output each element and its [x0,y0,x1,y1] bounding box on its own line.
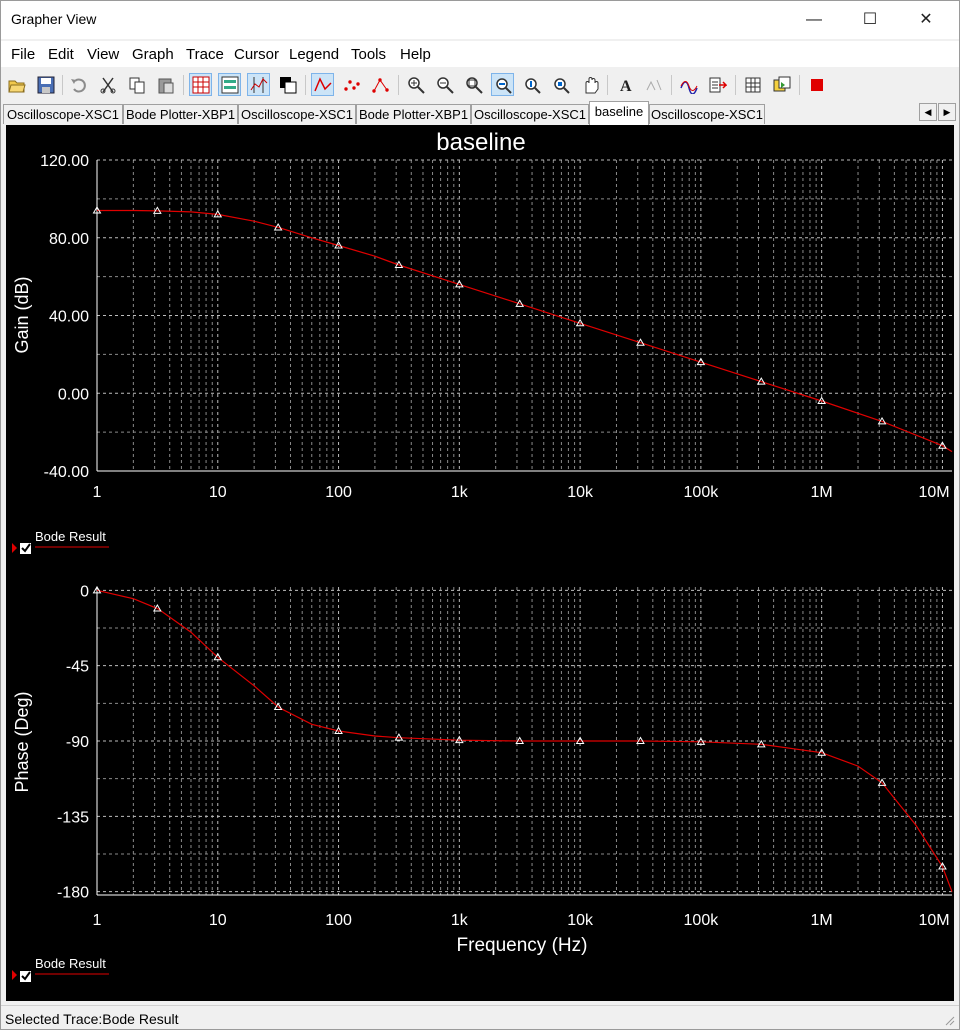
menu-legend[interactable]: Legend [289,46,339,63]
tab-strip: Oscilloscope-XSC1 Bode Plotter-XBP1 Osci… [1,101,959,125]
zoom-y-icon[interactable] [520,73,543,96]
x-tick-label: 10 [209,484,227,501]
paste-icon[interactable] [154,73,177,96]
tab-bode-plotter-2[interactable]: Bode Plotter-XBP1 [356,104,471,124]
y-tick-label: -90 [66,734,89,751]
legend-label: Bode Result [35,956,106,971]
y-tick-label: -135 [57,809,89,826]
y-axis-label: Gain (dB) [12,276,32,353]
x-tick-label: 1k [451,912,469,929]
close-button[interactable]: ✕ [903,1,949,39]
title-bar: Grapher View — ☐ ✕ [1,1,959,39]
x-tick-label: 1k [451,484,469,501]
minimize-button[interactable]: — [791,1,837,39]
zoom-area-icon[interactable] [549,73,572,96]
tab-oscilloscope-3[interactable]: Oscilloscope-XSC1 [471,104,589,124]
copy-graph-icon[interactable] [741,73,764,96]
y-tick-label: -40.00 [44,464,89,481]
menu-cursor[interactable]: Cursor [234,46,279,63]
trace-properties-icon[interactable] [677,73,700,96]
title-icon[interactable] [642,73,665,96]
tab-bode-plotter-1[interactable]: Bode Plotter-XBP1 [123,104,238,124]
x-tick-label: 100 [325,912,352,929]
lines-points-icon[interactable] [369,73,392,96]
x-tick-label: 100 [325,484,352,501]
export-icon[interactable] [706,73,729,96]
y-axis-label: Phase (Deg) [12,691,32,792]
y-tick-label: -180 [57,885,89,902]
x-tick-label: 10k [567,912,594,929]
x-tick-label: 10k [567,484,594,501]
tab-baseline[interactable]: baseline [589,101,649,125]
zoom-out-icon[interactable] [433,73,456,96]
tab-oscilloscope-2[interactable]: Oscilloscope-XSC1 [238,104,356,124]
bode-plot[interactable]: baseline-40.000.0040.0080.00120.001 10 100… [6,125,954,1001]
legend-checkbox-phase[interactable] [19,970,32,983]
x-axis-label: Frequency (Hz) [457,935,588,956]
legend-label: Bode Result [35,529,106,544]
trace-line [97,209,953,453]
x-tick-label: 100k [684,484,720,501]
undo-icon[interactable] [67,73,90,96]
pan-icon[interactable] [578,73,601,96]
zoom-in-icon[interactable] [404,73,427,96]
x-tick-label: 100k [684,912,720,929]
menu-bar: File Edit View Graph Trace Cursor Legend… [1,41,959,67]
x-tick-label: 1M [811,912,833,929]
points-icon[interactable] [340,73,363,96]
x-tick-label: 1 [93,912,102,929]
svg-text:A: A [620,78,632,94]
zoom-x-icon[interactable] [491,73,514,96]
maximize-button[interactable]: ☐ [847,1,893,39]
legend-icon[interactable] [218,73,241,96]
menu-graph[interactable]: Graph [132,46,174,63]
window-title: Grapher View [11,11,97,27]
tab-scroll-left-button[interactable]: ◀ [919,103,937,121]
x-tick-label: 10M [918,484,949,501]
zoom-full-icon[interactable] [462,73,485,96]
grapher-window: Grapher View — ☐ ✕ File Edit View Graph … [0,0,960,1030]
tab-oscilloscope-1[interactable]: Oscilloscope-XSC1 [3,104,123,124]
menu-tools[interactable]: Tools [351,46,386,63]
menu-trace[interactable]: Trace [186,46,224,63]
save-icon[interactable] [34,73,57,96]
y-tick-label: 0.00 [58,386,89,403]
x-tick-label: 10 [209,912,227,929]
copy-icon[interactable] [125,73,148,96]
text-icon[interactable]: A [613,73,636,96]
grid-icon[interactable] [189,73,212,96]
graph-title: baseline [436,129,525,156]
reverse-colors-icon[interactable] [276,73,299,96]
y-tick-label: 40.00 [49,309,89,326]
open-icon[interactable] [5,73,28,96]
lines-icon[interactable] [311,73,334,96]
tab-scroll-right-button[interactable]: ▶ [938,103,956,121]
x-tick-label: 10M [918,912,949,929]
legend-marker-icon [12,970,17,980]
menu-edit[interactable]: Edit [48,46,74,63]
overlay-icon[interactable] [770,73,793,96]
legend-marker-icon [12,543,17,553]
tab-oscilloscope-4[interactable]: Oscilloscope-XSC1 [649,104,765,124]
x-tick-label: 1M [811,484,833,501]
menu-help[interactable]: Help [400,46,431,63]
toolbar: A [1,69,959,101]
y-tick-label: 120.00 [40,153,89,170]
menu-view[interactable]: View [87,46,119,63]
y-tick-label: -45 [66,659,89,676]
graph-area[interactable]: baseline -40.00 0.00 40.00 80.00 120.00 1 10 100… [6,125,954,1001]
legend-checkbox-gain[interactable] [19,542,32,555]
cut-icon[interactable] [96,73,119,96]
cursors-icon[interactable] [247,73,270,96]
y-tick-label: 80.00 [49,231,89,248]
menu-file[interactable]: File [11,46,35,63]
y-tick-label: 0 [80,583,89,600]
status-bar: Selected Trace:Bode Result [1,1005,959,1029]
resize-grip-icon[interactable] [943,1014,955,1026]
status-text: Selected Trace:Bode Result [5,1011,179,1027]
x-tick-label: 1 [93,484,102,501]
stop-icon[interactable] [805,73,828,96]
